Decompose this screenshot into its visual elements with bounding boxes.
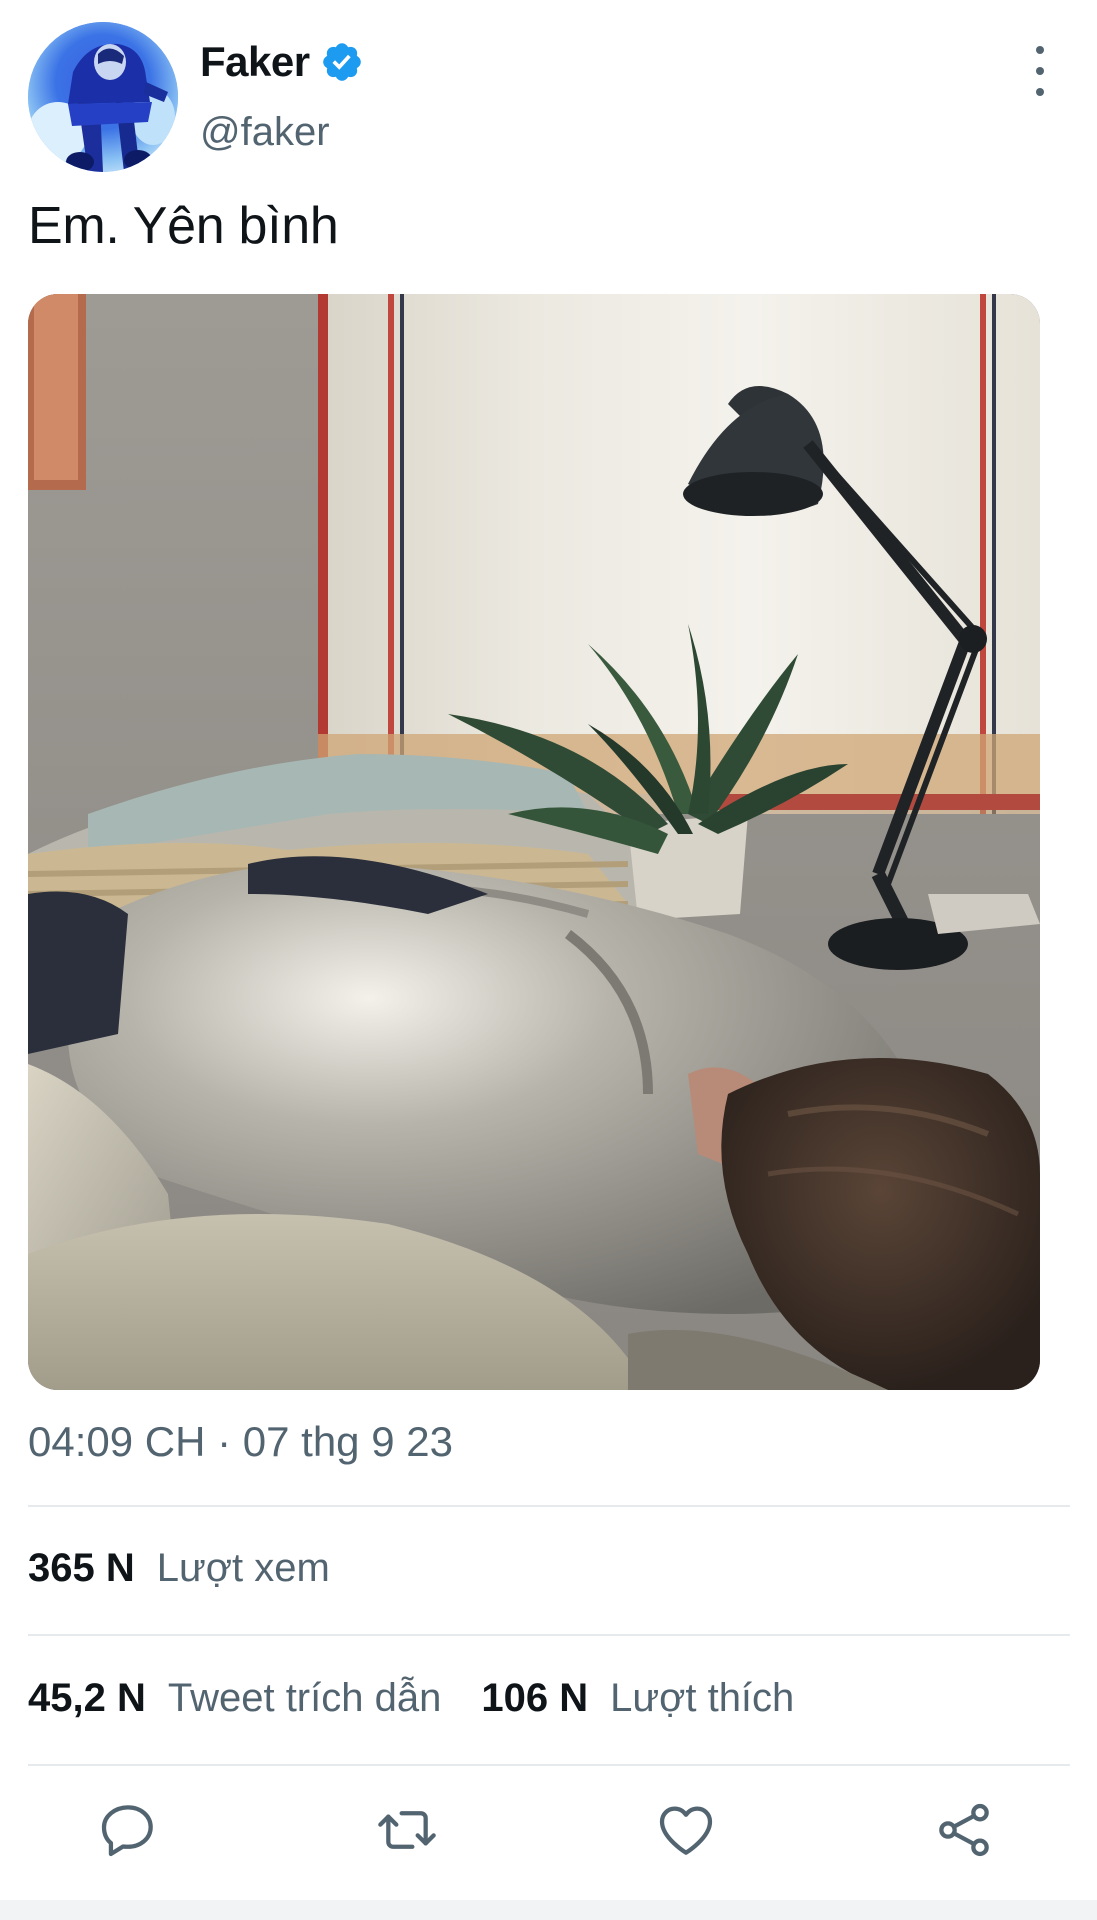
share-icon bbox=[939, 1803, 989, 1857]
tweet-timestamp[interactable]: 04:09 CH · 07 thg 9 23 bbox=[28, 1418, 453, 1466]
retweet-button[interactable] bbox=[375, 1798, 439, 1862]
divider bbox=[28, 1764, 1070, 1766]
tweet-text: Em. Yên bình bbox=[28, 197, 339, 255]
photo-image bbox=[28, 294, 1040, 1390]
views-row[interactable]: 365 N Lượt xem bbox=[28, 1546, 370, 1591]
author-display-name[interactable]: Faker bbox=[200, 38, 310, 86]
likes-count[interactable]: 106 N bbox=[481, 1676, 588, 1721]
tweet-actions bbox=[0, 1798, 1097, 1878]
avatar[interactable] bbox=[28, 22, 178, 172]
more-options-button[interactable] bbox=[1020, 46, 1060, 96]
likes-label[interactable]: Lượt thích bbox=[610, 1676, 794, 1721]
engagement-row: 45,2 N Tweet trích dẫn 106 N Lượt thích bbox=[28, 1676, 834, 1721]
bottom-spacer bbox=[0, 1900, 1097, 1920]
tweet-detail: Faker @faker Em. Yên bình 04:09 CH · 07 … bbox=[0, 0, 1097, 1920]
divider bbox=[28, 1505, 1070, 1507]
more-dot-icon bbox=[1036, 67, 1044, 75]
avatar-photo bbox=[28, 22, 178, 172]
reply-icon bbox=[101, 1805, 153, 1857]
tweet-photo[interactable] bbox=[28, 294, 1040, 1390]
more-dot-icon bbox=[1036, 46, 1044, 54]
divider bbox=[28, 1634, 1070, 1636]
retweet-icon bbox=[378, 1811, 436, 1849]
like-button[interactable] bbox=[654, 1798, 718, 1862]
more-dot-icon bbox=[1036, 88, 1044, 96]
reply-button[interactable] bbox=[96, 1798, 160, 1862]
views-label: Lượt xem bbox=[156, 1546, 330, 1590]
quotes-count[interactable]: 45,2 N bbox=[28, 1676, 146, 1721]
verified-badge-icon bbox=[320, 40, 364, 84]
author-name-row: Faker bbox=[200, 38, 364, 86]
share-button[interactable] bbox=[932, 1798, 996, 1862]
author-handle[interactable]: @faker bbox=[200, 110, 330, 155]
views-count: 365 N bbox=[28, 1546, 135, 1590]
heart-icon bbox=[659, 1806, 713, 1855]
quotes-label[interactable]: Tweet trích dẫn bbox=[168, 1676, 441, 1721]
